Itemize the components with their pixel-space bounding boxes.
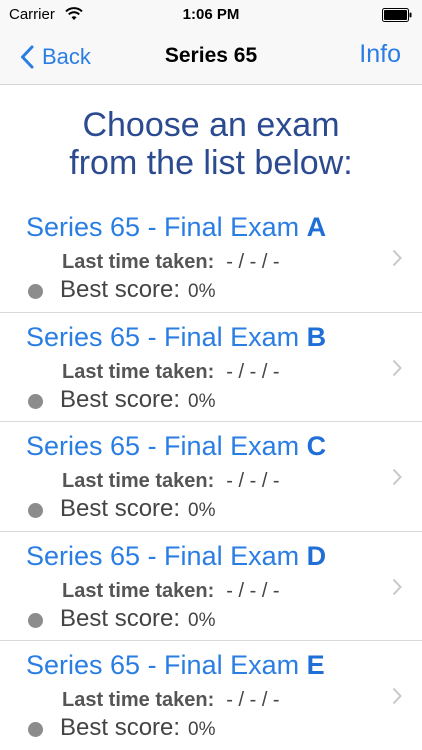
status-dot-icon	[28, 284, 43, 299]
exam-title: Series 65 - Final Exam B	[26, 321, 327, 352]
last-taken: Last time taken: - / - / -	[62, 580, 280, 603]
exam-letter: E	[306, 650, 325, 680]
info-button[interactable]: Info	[359, 40, 401, 69]
exam-letter: A	[306, 212, 327, 242]
last-taken-label: Last time taken:	[62, 251, 215, 273]
chevron-right-icon	[392, 359, 402, 376]
status-time: 1:06 PM	[182, 6, 240, 23]
best-score-value: 0%	[188, 281, 216, 302]
exam-letter: C	[306, 431, 327, 461]
best-score: Best score: 0%	[60, 605, 216, 633]
app-screen: Carrier 1:06 PM Back Series 65 Info Choo…	[0, 0, 422, 750]
last-taken-label: Last time taken:	[62, 689, 215, 711]
last-taken-label: Last time taken:	[62, 470, 215, 492]
exam-letter: B	[306, 321, 327, 352]
last-taken-value: - / - / -	[226, 470, 280, 492]
exam-row-a[interactable]: Series 65 - Final Exam A Last time taken…	[0, 203, 422, 313]
status-dot-icon	[28, 393, 43, 409]
status-dot-icon	[28, 722, 43, 737]
chevron-right-icon	[392, 578, 402, 595]
last-taken: Last time taken: - / - / -	[62, 470, 280, 493]
status-bar: Carrier 1:06 PM	[0, 0, 422, 30]
best-score: Best score: 0%	[60, 386, 216, 414]
last-taken-value: - / - / -	[226, 579, 280, 602]
battery-icon	[382, 8, 412, 22]
exam-letter: D	[306, 540, 327, 571]
exam-title: Series 65 - Final Exam E	[26, 650, 325, 680]
best-score-value: 0%	[188, 609, 216, 631]
best-score-value: 0%	[188, 500, 216, 521]
best-score-label: Best score:	[60, 714, 181, 741]
last-taken-label: Last time taken:	[62, 360, 215, 383]
best-score-label: Best score:	[60, 385, 181, 413]
last-taken: Last time taken: - / - / -	[62, 361, 280, 384]
exam-row-b[interactable]: Series 65 - Final Exam B Last time taken…	[0, 313, 422, 422]
chevron-right-icon	[392, 468, 402, 486]
best-score: Best score: 0%	[60, 276, 216, 304]
chevron-right-icon	[392, 687, 402, 705]
last-taken: Last time taken: - / - / -	[62, 689, 280, 712]
last-taken: Last time taken: - / - / -	[62, 251, 280, 274]
last-taken-value: - / - / -	[226, 251, 280, 273]
exam-row-d[interactable]: Series 65 - Final Exam D Last time taken…	[0, 532, 422, 641]
exam-list: Series 65 - Final Exam A Last time taken…	[0, 203, 422, 750]
best-score: Best score: 0%	[60, 714, 216, 742]
exam-row-c[interactable]: Series 65 - Final Exam C Last time taken…	[0, 422, 422, 532]
last-taken-value: - / - / -	[226, 689, 280, 711]
instructions-heading: Choose an exam from the list below:	[0, 106, 422, 182]
best-score-label: Best score:	[60, 604, 181, 632]
best-score: Best score: 0%	[60, 495, 216, 523]
status-dot-icon	[28, 612, 43, 628]
best-score-label: Best score:	[60, 495, 181, 522]
exam-row-e[interactable]: Series 65 - Final Exam E Last time taken…	[0, 641, 422, 750]
exam-title: Series 65 - Final Exam A	[26, 212, 327, 242]
exam-title: Series 65 - Final Exam C	[26, 431, 327, 461]
last-taken-label: Last time taken:	[62, 579, 215, 602]
chevron-right-icon	[392, 249, 402, 267]
best-score-value: 0%	[188, 390, 216, 412]
best-score-label: Best score:	[60, 276, 181, 303]
exam-title: Series 65 - Final Exam D	[26, 540, 327, 571]
heading-line-1: Choose an exam	[82, 106, 340, 144]
last-taken-value: - / - / -	[226, 360, 280, 383]
best-score-value: 0%	[188, 719, 216, 740]
navigation-bar: Back Series 65 Info	[0, 30, 422, 85]
heading-line-2: from the list below:	[69, 144, 353, 182]
status-dot-icon	[28, 503, 43, 518]
